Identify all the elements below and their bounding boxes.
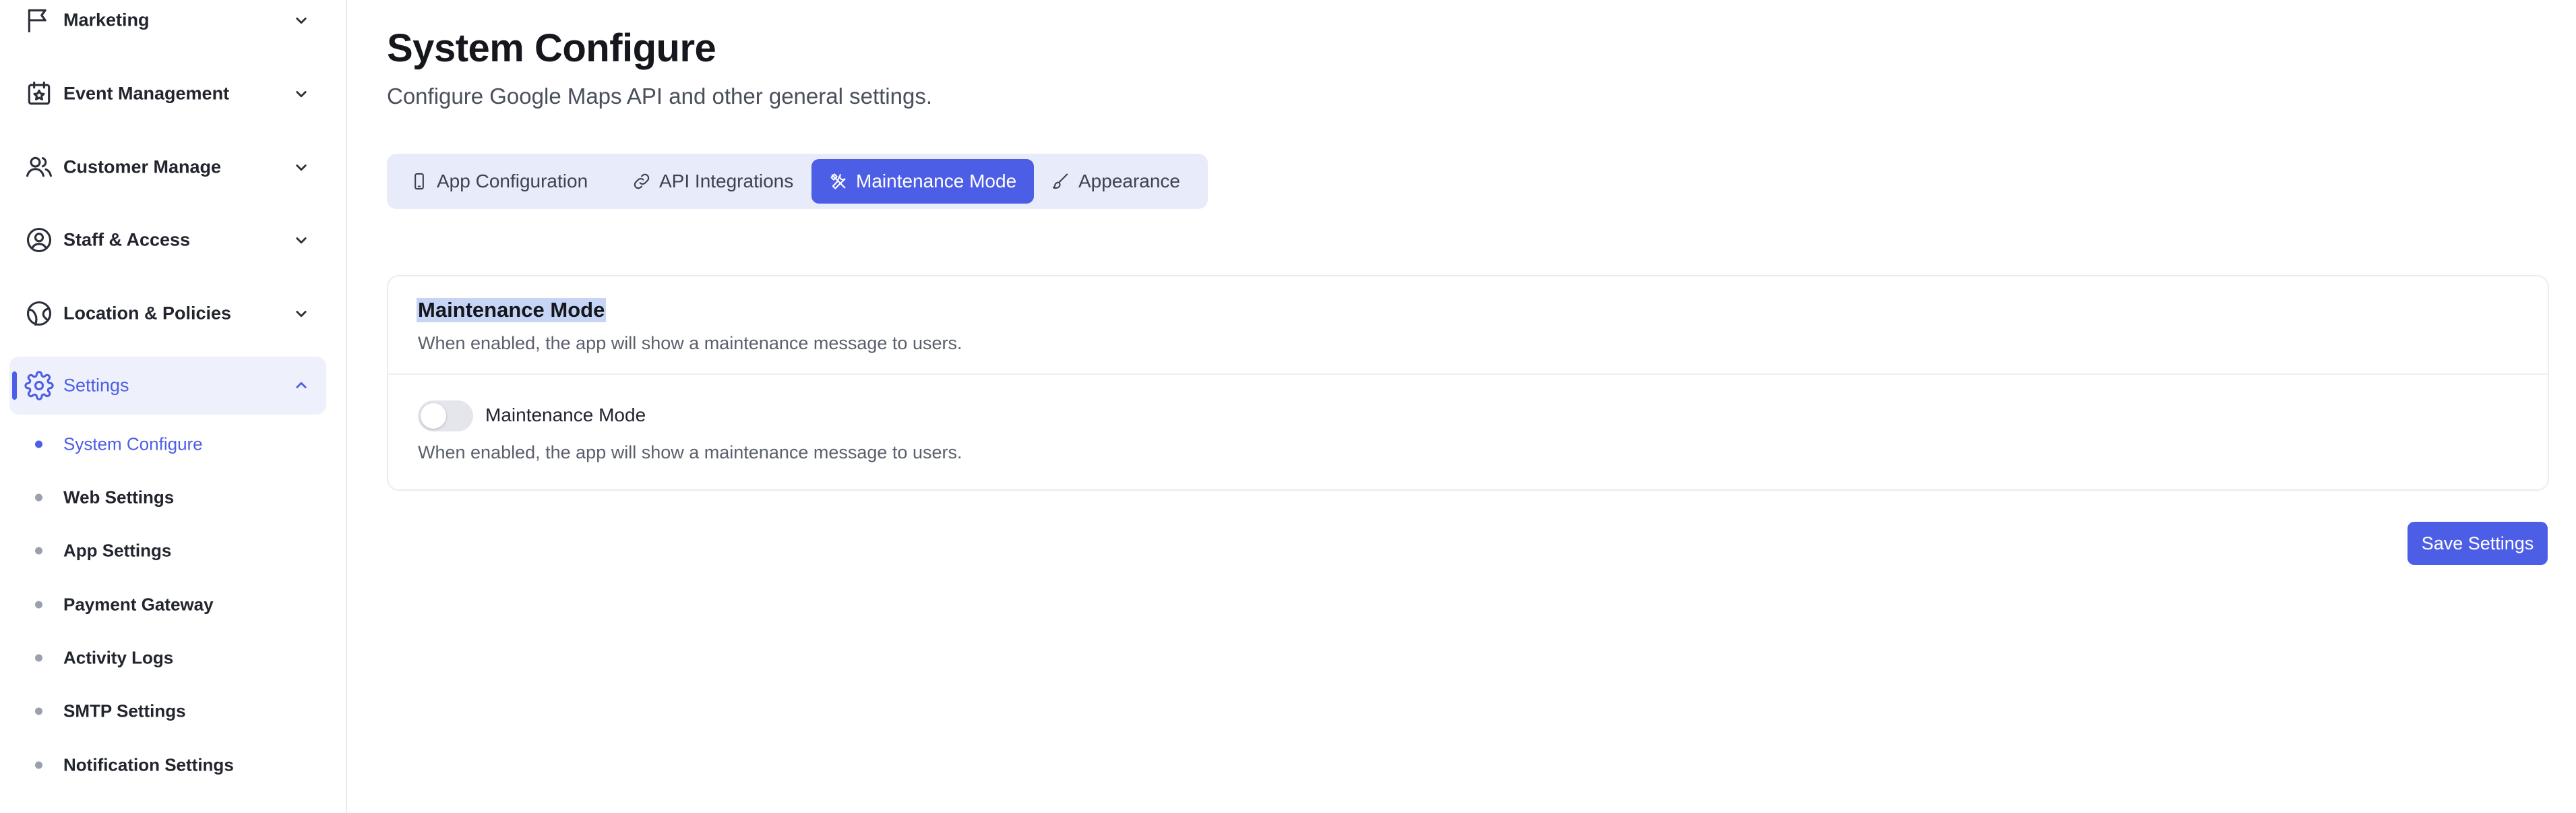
bullet-dot <box>35 493 42 502</box>
users-icon <box>24 152 54 182</box>
chevron-down-icon <box>291 303 311 324</box>
settings-tabs: App Configuration API Integrations Maint… <box>387 154 1208 209</box>
sidebar-subitem-smtp-settings[interactable]: SMTP Settings <box>0 691 337 731</box>
card-title: Maintenance Mode <box>417 298 607 322</box>
sidebar-item-location-policies[interactable]: Location & Policies <box>9 284 326 342</box>
sidebar-subitem-system-configure[interactable]: System Configure <box>0 424 337 464</box>
tab-api-integrations[interactable]: API Integrations <box>615 159 834 204</box>
bullet-dot <box>35 601 42 609</box>
smartphone-icon <box>410 172 429 191</box>
save-settings-button[interactable]: Save Settings <box>2408 522 2548 565</box>
sidebar-subitem-label: System Configure <box>63 433 203 454</box>
tools-icon <box>829 172 848 191</box>
chevron-down-icon <box>291 157 311 177</box>
card-header: Maintenance Mode When enabled, the app w… <box>388 276 2548 375</box>
sidebar-item-staff-access[interactable]: Staff & Access <box>9 211 326 269</box>
tab-maintenance-mode[interactable]: Maintenance Mode <box>811 159 1034 204</box>
bullet-dot <box>35 654 42 662</box>
toggle-description: When enabled, the app will show a mainte… <box>418 442 962 462</box>
sidebar-subitem-activity-logs[interactable]: Activity Logs <box>0 638 337 678</box>
chevron-down-icon <box>291 10 311 30</box>
sidebar-subitem-app-settings[interactable]: App Settings <box>0 531 337 571</box>
chevron-up-icon <box>291 375 311 396</box>
sidebar-item-label: Location & Policies <box>63 303 232 324</box>
sidebar-subitem-label: SMTP Settings <box>63 700 186 721</box>
bullet-dot <box>35 761 42 769</box>
maintenance-mode-toggle[interactable] <box>418 400 473 431</box>
sidebar-item-settings[interactable]: Settings <box>9 357 326 415</box>
page-title: System Configure <box>387 26 716 70</box>
chevron-down-icon <box>291 84 311 104</box>
page-subtitle: Configure Google Maps API and other gene… <box>387 84 932 109</box>
sidebar-item-label: Event Management <box>63 83 230 104</box>
maintenance-card: Maintenance Mode When enabled, the app w… <box>387 275 2549 491</box>
tab-label: App Configuration <box>437 171 588 191</box>
sidebar-subitem-label: Web Settings <box>63 487 175 508</box>
user-circle-icon <box>24 225 54 255</box>
sidebar-item-event-management[interactable]: Event Management <box>9 65 326 123</box>
gear-icon <box>24 371 54 400</box>
tab-label: Appearance <box>1078 171 1181 191</box>
sidebar-item-label: Customer Manage <box>63 156 222 177</box>
globe-icon <box>24 299 54 328</box>
brush-icon <box>1051 172 1070 191</box>
bullet-dot <box>35 440 42 448</box>
sidebar-item-customer-manage[interactable]: Customer Manage <box>9 138 326 196</box>
link-icon <box>632 172 651 191</box>
sidebar-item-label: Settings <box>63 375 129 396</box>
sidebar: Marketing Event Management Customer Mana… <box>0 0 347 813</box>
chevron-down-icon <box>291 230 311 250</box>
tab-label: API Integrations <box>659 171 794 191</box>
tab-label: Maintenance Mode <box>856 171 1017 191</box>
sidebar-subitem-label: Activity Logs <box>63 647 174 668</box>
megaphone-icon <box>24 5 54 35</box>
sidebar-subitem-web-settings[interactable]: Web Settings <box>0 477 337 518</box>
sidebar-item-label: Staff & Access <box>63 229 191 250</box>
sidebar-subitem-payment-gateway[interactable]: Payment Gateway <box>0 584 337 625</box>
tab-app-configuration[interactable]: App Configuration <box>392 159 615 204</box>
bullet-dot <box>35 707 42 715</box>
toggle-knob <box>421 403 446 429</box>
bullet-dot <box>35 547 42 555</box>
card-description: When enabled, the app will show a mainte… <box>418 333 962 353</box>
sidebar-subitem-notification-settings[interactable]: Notification Settings <box>0 745 337 785</box>
sidebar-item-marketing[interactable]: Marketing <box>9 0 326 49</box>
tab-appearance[interactable]: Appearance <box>1034 159 1202 204</box>
sidebar-subitem-label: Payment Gateway <box>63 594 214 615</box>
calendar-star-icon <box>24 79 54 109</box>
sidebar-subitem-label: App Settings <box>63 540 172 561</box>
toggle-label: Maintenance Mode <box>485 404 646 425</box>
sidebar-subitem-label: Notification Settings <box>63 754 234 775</box>
sidebar-item-label: Marketing <box>63 9 150 30</box>
